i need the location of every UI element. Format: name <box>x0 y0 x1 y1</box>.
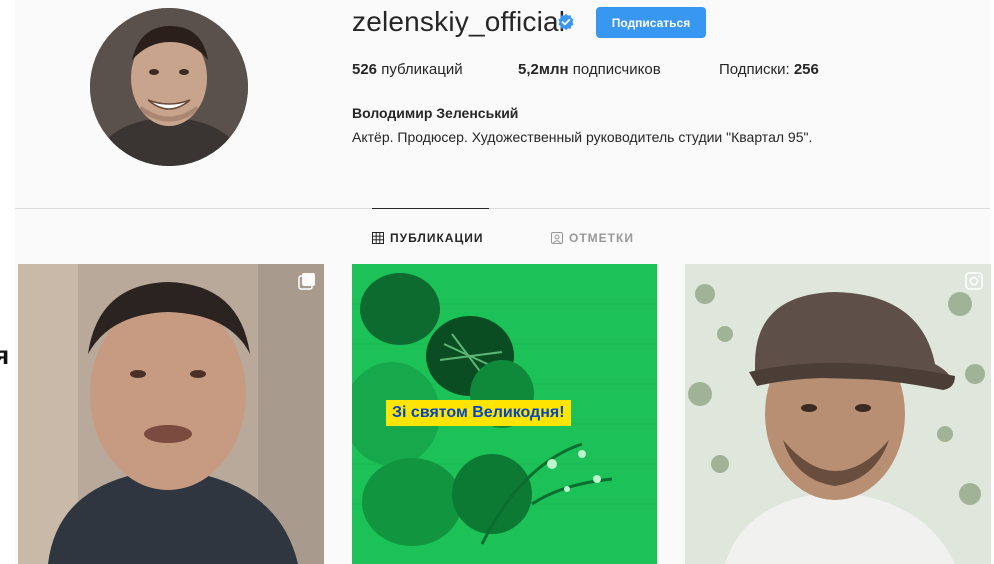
active-tab-indicator <box>372 208 489 209</box>
following-count-value: 256 <box>793 61 819 78</box>
followers-count[interactable]: 5,2млн подписчиков <box>518 61 661 78</box>
post-thumbnail-1[interactable] <box>18 264 324 564</box>
posts-count-value: 526 <box>352 61 378 78</box>
follow-button[interactable]: Подписаться <box>596 7 706 38</box>
followers-count-value: 5,2млн <box>518 61 569 78</box>
post-thumbnail-3[interactable] <box>685 264 991 564</box>
tab-tagged[interactable]: ОТМЕТКИ <box>551 231 634 245</box>
posts-count[interactable]: 526 публикаций <box>352 61 463 78</box>
post-3-image <box>685 264 991 564</box>
following-count[interactable]: Подписки: 256 <box>719 61 819 78</box>
followers-count-label: подписчиков <box>568 61 661 78</box>
tab-posts-label: ПУБЛИКАЦИИ <box>390 231 484 245</box>
tagged-person-icon <box>551 232 563 244</box>
profile-avatar[interactable] <box>90 8 248 166</box>
profile-full-name: Володимир Зеленський <box>352 105 519 121</box>
tab-posts[interactable]: ПУБЛИКАЦИИ <box>372 231 483 245</box>
profile-bio: Актёр. Продюсер. Художественный руководи… <box>352 129 813 145</box>
clipped-text-fragment: я <box>0 340 10 370</box>
following-count-label: Подписки: <box>719 61 794 78</box>
profile-username: zelenskiy_official <box>352 6 566 37</box>
video-icon <box>965 272 983 290</box>
posts-count-label: публикаций <box>377 61 463 78</box>
verified-badge-icon <box>558 13 574 31</box>
post-1-image <box>18 264 324 564</box>
multiple-images-icon <box>298 273 315 290</box>
easter-greeting-banner: Зі святом Великодня! <box>386 400 571 426</box>
tab-tagged-label: ОТМЕТКИ <box>569 231 634 245</box>
tabs-divider <box>15 208 990 209</box>
grid-icon <box>372 232 384 244</box>
post-thumbnail-2[interactable]: Зі святом Великодня! <box>352 264 657 564</box>
